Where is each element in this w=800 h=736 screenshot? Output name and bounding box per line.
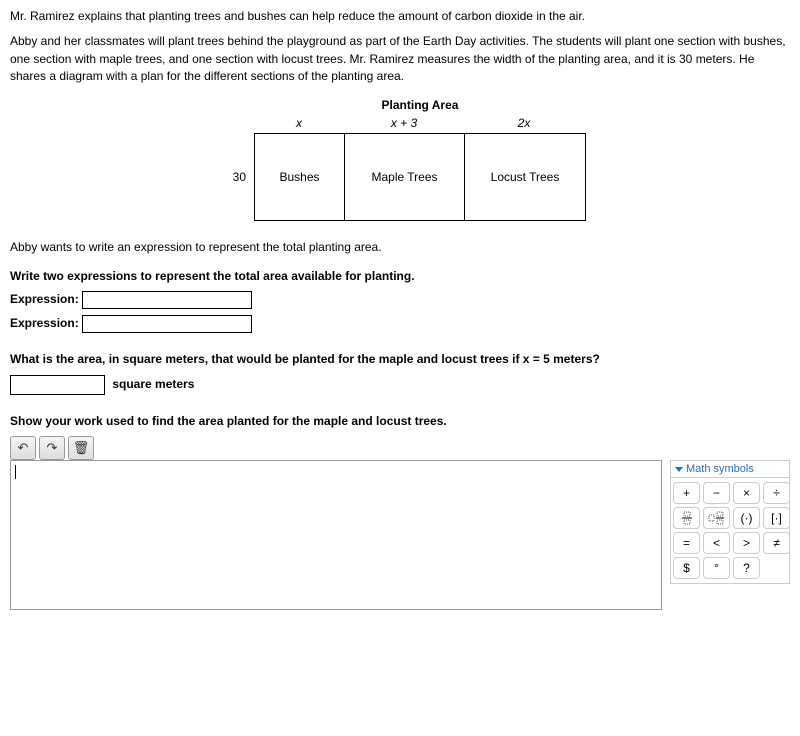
sym-minus[interactable]: −	[703, 482, 730, 504]
q1-intro: Abby wants to write an expression to rep…	[10, 239, 790, 256]
redo-icon: ↷	[47, 440, 58, 456]
fraction-icon	[681, 511, 693, 525]
sym-degree[interactable]: °	[703, 557, 730, 579]
editor-toolbar: ↶ ↷ 🗑	[10, 436, 790, 460]
mixed-fraction-icon	[708, 511, 726, 525]
intro-para-1: Mr. Ramirez explains that planting trees…	[10, 8, 790, 25]
q2-prompt: What is the area, in square meters, that…	[10, 351, 790, 368]
col-label-1: x	[254, 116, 344, 133]
planting-diagram: Planting Area x x + 3 2x 30 Bushes Maple…	[10, 98, 790, 221]
q1-prompt: Write two expressions to represent the t…	[10, 268, 790, 285]
undo-icon: ↶	[18, 440, 29, 456]
sym-mixed-fraction[interactable]	[703, 507, 730, 529]
sym-greater[interactable]: >	[733, 532, 760, 554]
sym-brackets[interactable]: [·]	[763, 507, 790, 529]
expression-label-1: Expression:	[10, 293, 79, 307]
sym-neq[interactable]: ≠	[763, 532, 790, 554]
expression-label-2: Expression:	[10, 317, 79, 331]
area-input[interactable]	[10, 375, 105, 395]
area-unit: square meters	[112, 377, 194, 391]
caret-down-icon	[675, 467, 683, 472]
col-label-2: x + 3	[344, 116, 464, 133]
undo-button[interactable]: ↶	[10, 436, 36, 460]
work-textarea[interactable]	[10, 460, 662, 610]
sym-divide[interactable]: ÷	[763, 482, 790, 504]
palette-title: Math symbols	[686, 463, 754, 475]
redo-button[interactable]: ↷	[39, 436, 65, 460]
col-label-3: 2x	[464, 116, 584, 133]
sym-parens[interactable]: (·)	[733, 507, 760, 529]
sym-empty	[763, 557, 790, 579]
trash-icon: 🗑	[73, 440, 90, 456]
sym-fraction[interactable]	[673, 507, 700, 529]
text-cursor	[15, 465, 16, 479]
sym-times[interactable]: ×	[733, 482, 760, 504]
palette-header[interactable]: Math symbols	[670, 460, 790, 478]
cell-bushes: Bushes	[255, 134, 345, 220]
sym-dollar[interactable]: $	[673, 557, 700, 579]
expression-input-2[interactable]	[82, 315, 252, 333]
trash-button[interactable]: 🗑	[68, 436, 94, 460]
cell-maple: Maple Trees	[345, 134, 465, 220]
sym-less[interactable]: <	[703, 532, 730, 554]
q3-prompt: Show your work used to find the area pla…	[10, 413, 790, 430]
cell-locust: Locust Trees	[465, 134, 585, 220]
sym-equals[interactable]: =	[673, 532, 700, 554]
math-palette: Math symbols + − × ÷ (·) [·] = < > ≠ $ °…	[670, 460, 790, 584]
diagram-title: Planting Area	[254, 98, 586, 112]
row-label: 30	[214, 170, 254, 184]
sym-plus[interactable]: +	[673, 482, 700, 504]
sym-question[interactable]: ?	[733, 557, 760, 579]
intro-para-2: Abby and her classmates will plant trees…	[10, 33, 790, 85]
expression-input-1[interactable]	[82, 291, 252, 309]
